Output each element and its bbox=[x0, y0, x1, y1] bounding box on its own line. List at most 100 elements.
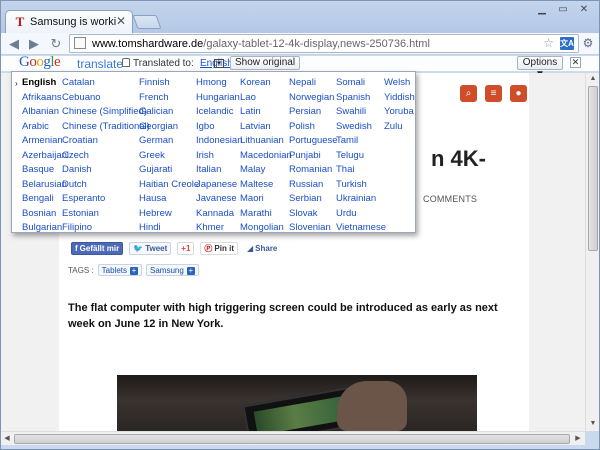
tweet-button[interactable]: 🐦 Tweet bbox=[129, 242, 172, 255]
language-option[interactable]: Gujarati bbox=[139, 163, 199, 178]
pinterest-button[interactable]: Ⓟ Pin it bbox=[200, 242, 238, 255]
search-icon[interactable]: ⌕ bbox=[460, 85, 477, 102]
bookmark-star-icon[interactable]: ☆ bbox=[543, 37, 554, 50]
language-option[interactable]: French bbox=[139, 91, 199, 106]
language-option[interactable]: Esperanto bbox=[62, 192, 150, 207]
menu-icon[interactable]: ≡ bbox=[485, 85, 502, 102]
language-option[interactable]: Spanish bbox=[336, 91, 386, 106]
language-option[interactable]: Korean bbox=[240, 76, 292, 91]
minimize-icon[interactable]: ▁ bbox=[533, 3, 551, 17]
language-option[interactable]: Mongolian bbox=[240, 221, 292, 236]
language-option[interactable]: Latvian bbox=[240, 120, 292, 135]
show-original-button[interactable]: Show original bbox=[230, 56, 301, 70]
language-option[interactable]: Yiddish bbox=[384, 91, 415, 106]
language-option[interactable]: Catalan bbox=[62, 76, 150, 91]
facebook-like-button[interactable]: f Gefällt mir bbox=[71, 242, 124, 255]
translate-icon[interactable]: 文A bbox=[560, 37, 574, 50]
language-option[interactable]: Irish bbox=[196, 149, 242, 164]
tag-samsung[interactable]: Samsung + bbox=[146, 264, 199, 276]
language-option[interactable]: Lao bbox=[240, 91, 292, 106]
language-option[interactable]: Hindi bbox=[139, 221, 199, 236]
language-option[interactable]: Chinese (Traditional) bbox=[62, 120, 150, 135]
language-option[interactable]: Ukrainian bbox=[336, 192, 386, 207]
language-option[interactable]: Zulu bbox=[384, 120, 415, 135]
language-option[interactable]: Romanian bbox=[289, 163, 338, 178]
language-option[interactable]: Cebuano bbox=[62, 91, 150, 106]
language-option[interactable]: Danish bbox=[62, 163, 150, 178]
translate-bar-close-icon[interactable]: ✕ bbox=[570, 57, 581, 68]
window-close-icon[interactable]: ✕ bbox=[575, 3, 593, 17]
language-option[interactable]: Persian bbox=[289, 105, 338, 120]
language-option[interactable]: Welsh bbox=[384, 76, 415, 91]
language-option[interactable]: Swahili bbox=[336, 105, 386, 120]
language-option[interactable]: Slovak bbox=[289, 207, 338, 222]
forward-arrow-icon[interactable]: ▶ bbox=[25, 35, 43, 53]
language-option[interactable]: Kannada bbox=[196, 207, 242, 222]
back-arrow-icon[interactable]: ◀ bbox=[5, 35, 23, 53]
reload-icon[interactable]: ↻ bbox=[47, 35, 65, 53]
comments-link[interactable]: COMMENTS bbox=[423, 194, 477, 204]
language-option[interactable]: Slovenian bbox=[289, 221, 338, 236]
language-dropdown-icon[interactable]: ▼ bbox=[214, 59, 224, 68]
language-option[interactable]: German bbox=[139, 134, 199, 149]
language-option[interactable]: Tamil bbox=[336, 134, 386, 149]
scroll-down-icon[interactable]: ▼ bbox=[588, 419, 598, 429]
language-option[interactable]: Hausa bbox=[139, 192, 199, 207]
language-option[interactable]: Croatian bbox=[62, 134, 150, 149]
user-icon[interactable]: ● bbox=[510, 85, 527, 102]
language-option[interactable]: Malay bbox=[240, 163, 292, 178]
language-option[interactable]: Vietnamese bbox=[336, 221, 386, 236]
language-option[interactable]: Estonian bbox=[62, 207, 150, 222]
language-option[interactable]: Yoruba bbox=[384, 105, 415, 120]
language-option[interactable]: Maltese bbox=[240, 178, 292, 193]
language-option[interactable]: Thai bbox=[336, 163, 386, 178]
scroll-up-icon[interactable]: ▲ bbox=[588, 74, 598, 84]
scroll-right-icon[interactable]: ▶ bbox=[573, 434, 583, 444]
language-option[interactable]: Russian bbox=[289, 178, 338, 193]
language-option[interactable]: Igbo bbox=[196, 120, 242, 135]
language-option[interactable]: Polish bbox=[289, 120, 338, 135]
language-option[interactable]: Finnish bbox=[139, 76, 199, 91]
browser-tab[interactable]: T Samsung is working on ta ✕ bbox=[5, 10, 133, 33]
language-option[interactable]: Urdu bbox=[336, 207, 386, 222]
options-button[interactable]: Options ▼ bbox=[517, 56, 563, 80]
language-option[interactable]: Somali bbox=[336, 76, 386, 91]
scroll-left-icon[interactable]: ◀ bbox=[2, 434, 12, 444]
language-option[interactable]: Chinese (Simplified) bbox=[62, 105, 150, 120]
language-option[interactable]: Hungarian bbox=[196, 91, 242, 106]
language-option[interactable]: Japanese bbox=[196, 178, 242, 193]
wrench-icon[interactable]: ⚙ bbox=[581, 36, 595, 50]
language-option[interactable]: Maori bbox=[240, 192, 292, 207]
language-option[interactable]: Portuguese bbox=[289, 134, 338, 149]
gplus-button[interactable]: +1 bbox=[177, 242, 195, 255]
language-option[interactable]: Icelandic bbox=[196, 105, 242, 120]
tag-tablets[interactable]: Tablets + bbox=[97, 264, 142, 276]
language-option[interactable]: Macedonian bbox=[240, 149, 292, 164]
language-option[interactable]: Nepali bbox=[289, 76, 338, 91]
language-option[interactable]: Filipino bbox=[62, 221, 150, 236]
maximize-icon[interactable]: ▭ bbox=[554, 3, 572, 17]
language-option[interactable]: Javanese bbox=[196, 192, 242, 207]
language-option[interactable]: Hebrew bbox=[139, 207, 199, 222]
language-option[interactable]: Marathi bbox=[240, 207, 292, 222]
share-button[interactable]: ◢ Share bbox=[244, 242, 280, 255]
language-option[interactable]: Dutch bbox=[62, 178, 150, 193]
language-option[interactable]: Haitian Creole bbox=[139, 178, 199, 193]
new-tab-button[interactable] bbox=[132, 15, 162, 29]
language-option[interactable]: Hmong bbox=[196, 76, 242, 91]
language-option[interactable]: Khmer bbox=[196, 221, 242, 236]
language-option[interactable]: Czech bbox=[62, 149, 150, 164]
language-option[interactable]: Georgian bbox=[139, 120, 199, 135]
language-option[interactable]: Indonesian bbox=[196, 134, 242, 149]
language-option[interactable]: Punjabi bbox=[289, 149, 338, 164]
horizontal-scrollbar[interactable]: ◀ ▶ bbox=[1, 431, 585, 445]
address-bar[interactable]: www.tomshardware.de/galaxy-tablet-12-4k-… bbox=[69, 34, 579, 53]
language-option[interactable]: Galician bbox=[139, 105, 199, 120]
language-option[interactable]: Italian bbox=[196, 163, 242, 178]
language-option[interactable]: Serbian bbox=[289, 192, 338, 207]
vertical-scroll-thumb[interactable] bbox=[588, 86, 598, 251]
horizontal-scroll-thumb[interactable] bbox=[14, 434, 570, 444]
language-option[interactable]: Telugu bbox=[336, 149, 386, 164]
tab-close-icon[interactable]: ✕ bbox=[116, 14, 126, 28]
language-option[interactable]: Latin bbox=[240, 105, 292, 120]
